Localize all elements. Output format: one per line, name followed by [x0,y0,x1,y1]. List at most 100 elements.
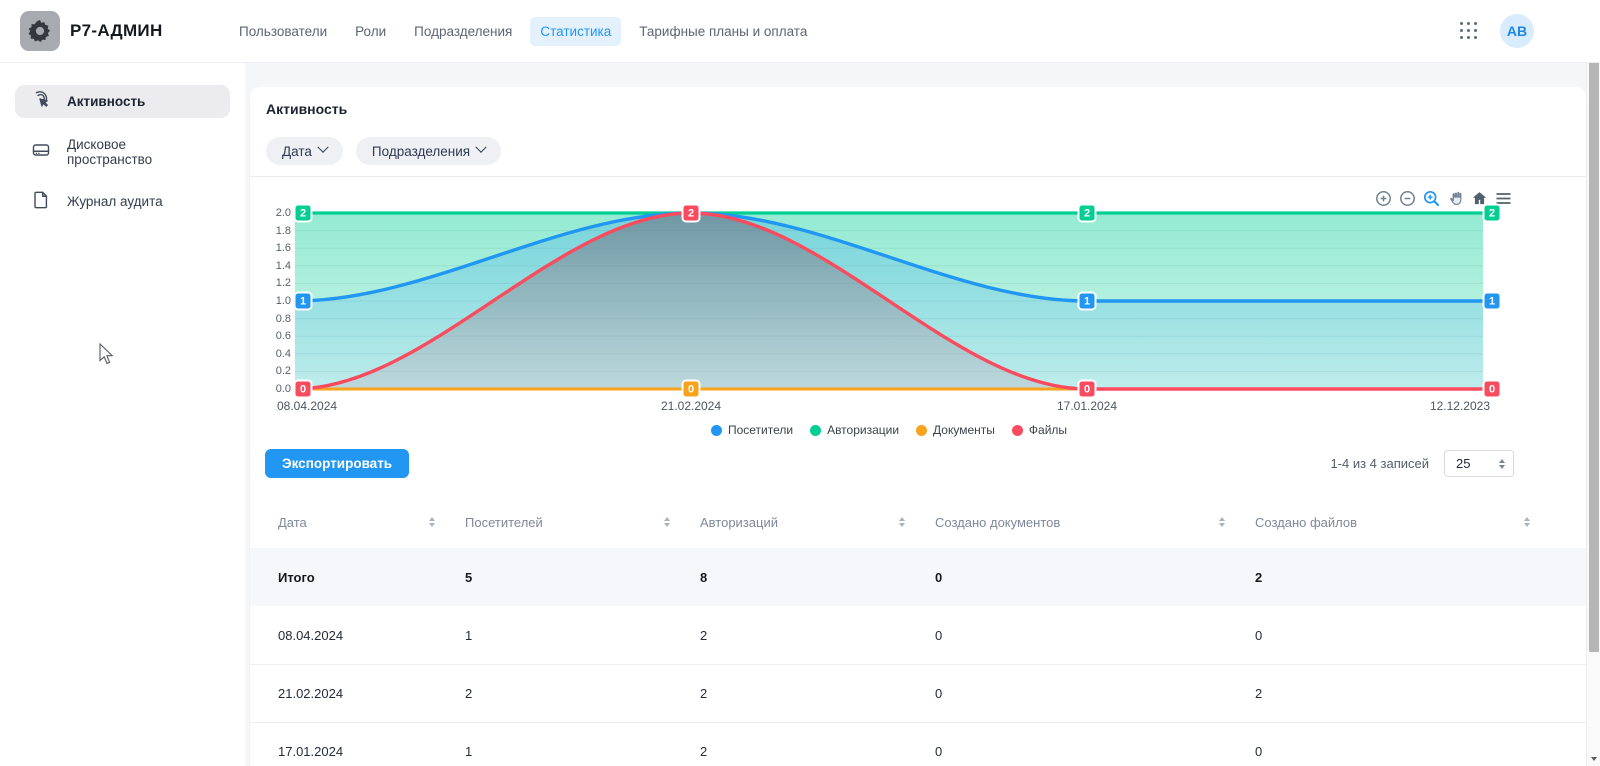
legend-label: Посетители [728,423,793,437]
legend-item-0[interactable]: Посетители [711,423,793,437]
vertical-scrollbar[interactable] [1586,0,1600,766]
x-tick-label: 12.12.2023 [1430,399,1490,413]
column-header-label: Создано документов [935,515,1060,530]
table-total-row: Итого5802 [250,548,1586,606]
filter-label: Подразделения [372,144,470,159]
sidebar-item-label: Активность [67,94,145,109]
point-badge: 1 [295,293,312,310]
chevron-down-icon [475,141,486,152]
table-cell: 17.01.2024 [250,744,465,759]
y-tick-label: 1.4 [250,260,291,272]
spinner-icon[interactable] [1499,459,1505,469]
page-size-select[interactable]: 25 [1444,450,1514,477]
column-header-label: Создано файлов [1255,515,1357,530]
records-info: 1-4 из 4 записей [1330,456,1429,471]
zoom-out-icon[interactable] [1399,190,1416,207]
y-tick-label: 0.0 [250,383,291,395]
legend-item-2[interactable]: Документы [916,423,995,437]
filter-1[interactable]: Подразделения [356,137,501,165]
sidebar: Активность Дисковое пространство Журнал ау… [0,63,245,766]
legend-label: Файлы [1029,423,1067,437]
sort-icon[interactable] [1219,517,1225,527]
column-header-0[interactable]: Дата [250,515,465,530]
svg-text:1: 1 [1084,296,1090,308]
filter-label: Дата [282,144,312,159]
filters-row: Дата Подразделения [266,137,501,165]
table-row-2: 17.01.20241200 [250,722,1586,766]
chevron-down-icon [317,141,328,152]
column-header-label: Авторизаций [700,515,778,530]
export-button[interactable]: Экспортировать [265,449,409,478]
nav-item-0[interactable]: Пользователи [229,17,337,46]
nav-item-1[interactable]: Роли [345,17,396,46]
selection-zoom-icon[interactable] [1423,190,1440,207]
point-badge: 2 [683,205,700,222]
page-size-value: 25 [1456,456,1470,471]
svg-text:2: 2 [1084,208,1090,220]
y-tick-label: 0.2 [250,365,291,377]
activity-table: Дата ПосетителейАвторизаций Создано докуме… [250,505,1586,766]
svg-text:1: 1 [1489,296,1495,308]
x-tick-label: 21.02.2024 [661,399,721,413]
legend-dot-icon [1012,425,1023,436]
sidebar-item-2[interactable]: Журнал аудита [15,185,230,218]
pan-icon[interactable] [1447,190,1464,207]
table-cell: 0 [935,686,1255,701]
point-badge: 2 [1484,205,1501,222]
user-avatar[interactable]: АВ [1500,14,1534,48]
pagination: 1-4 из 4 записей 25 [1330,450,1514,477]
y-tick-label: 0.8 [250,313,291,325]
sort-icon[interactable] [1524,517,1530,527]
scrollbar-thumb[interactable] [1589,16,1599,652]
table-cell: 0 [1255,744,1586,759]
app-logo-gear-icon[interactable] [20,11,60,51]
legend-label: Документы [933,423,995,437]
sidebar-item-1[interactable]: Дисковое пространство [15,135,230,168]
legend-item-3[interactable]: Файлы [1012,423,1067,437]
page-title: Активность [266,101,347,117]
nav-item-2[interactable]: Подразделения [404,17,522,46]
nav-item-3[interactable]: Статистика [530,17,621,46]
table-cell: 1 [465,744,700,759]
svg-text:1: 1 [300,296,306,308]
table-cell: 2 [1255,686,1586,701]
divider [250,176,1586,177]
total-cell: 0 [935,570,1255,585]
x-tick-label: 17.01.2024 [1057,399,1117,413]
column-header-label: Дата [278,515,307,530]
sidebar-item-0[interactable]: Активность [15,85,230,118]
svg-text:2: 2 [300,208,306,220]
column-header-4[interactable]: Создано файлов [1255,515,1586,530]
svg-text:2: 2 [688,208,694,220]
total-cell: 8 [700,570,935,585]
total-cell: 2 [1255,570,1586,585]
zoom-in-icon[interactable] [1375,190,1392,207]
legend-item-1[interactable]: Авторизации [810,423,899,437]
point-badge: 2 [1079,205,1096,222]
apps-grid-icon[interactable] [1460,22,1478,40]
svg-text:0: 0 [300,384,306,396]
svg-text:0: 0 [1489,384,1495,396]
x-tick-label: 08.04.2024 [277,399,337,413]
table-cell: 2 [700,686,935,701]
sort-icon[interactable] [899,517,905,527]
scroll-down-icon[interactable] [1591,757,1597,761]
point-badge: 0 [295,381,312,398]
column-header-3[interactable]: Создано документов [935,515,1255,530]
sort-icon[interactable] [664,517,670,527]
journal-icon [31,190,51,213]
column-header-2[interactable]: Авторизаций [700,515,935,530]
nav-item-4[interactable]: Тарифные планы и оплата [629,17,817,46]
sort-icon[interactable] [429,517,435,527]
brand-name: Р7-АДМИН [70,21,163,41]
table-row-1: 21.02.20242202 [250,664,1586,722]
column-header-1[interactable]: Посетителей [465,515,700,530]
svg-text:2: 2 [1489,208,1495,220]
y-tick-label: 2.0 [250,207,291,219]
total-cell: 5 [465,570,700,585]
filter-0[interactable]: Дата [266,137,343,165]
activity-chart[interactable]: 21020210210 [295,213,1483,389]
top-nav: Пользователи Роли Подразделения Статистика Т… [229,17,817,46]
table-cell: 0 [935,628,1255,643]
table-header-row: Дата ПосетителейАвторизаций Создано докуме… [250,505,1586,539]
